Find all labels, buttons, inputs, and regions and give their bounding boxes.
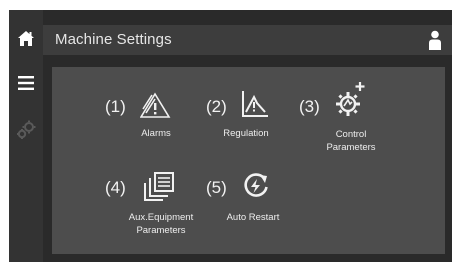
item-label-line2: Parameters [136, 225, 186, 236]
menu-item-regulation[interactable]: (2) Regulation [204, 89, 294, 149]
hamburger-menu-icon [18, 76, 34, 90]
item-number: (5) [206, 178, 227, 197]
sidebar [9, 10, 43, 262]
regulation-chart-icon [242, 91, 268, 117]
stacked-documents-icon [144, 172, 174, 201]
item-number: (1) [105, 97, 126, 116]
menu-item-aux-equipment-parameters[interactable]: (4) Aux.Equipment Parameters [102, 169, 212, 249]
item-label: Alarms [141, 128, 171, 139]
page-title: Machine Settings [55, 31, 172, 48]
item-number: (3) [299, 97, 320, 116]
item-number: (2) [206, 97, 227, 116]
home-button[interactable] [9, 24, 43, 52]
item-number: (4) [105, 178, 126, 197]
item-label-line1: Aux.Equipment [128, 212, 194, 223]
title-bar: Machine Settings [43, 25, 452, 55]
control-gear-plus-icon [336, 82, 365, 116]
menu-item-control-parameters[interactable]: (3) Control Parameters [299, 80, 399, 160]
gears-icon [17, 120, 36, 139]
item-label-line2: Parameters [326, 142, 376, 153]
menu-button[interactable] [9, 68, 43, 98]
settings-button[interactable] [9, 110, 43, 150]
alarm-triangle-icon [140, 92, 171, 118]
menu-item-alarms[interactable]: (1) Alarms [102, 89, 192, 149]
item-label: Auto Restart [226, 212, 280, 223]
settings-panel: (1) Alarms (2) Regulation (3) Control Pa… [52, 67, 445, 254]
user-icon[interactable] [428, 30, 442, 50]
auto-restart-icon [244, 173, 268, 197]
item-label: Regulation [223, 128, 269, 139]
item-label-line1: Control [335, 129, 367, 140]
menu-item-auto-restart[interactable]: (5) Auto Restart [204, 169, 304, 229]
home-icon [18, 30, 34, 46]
